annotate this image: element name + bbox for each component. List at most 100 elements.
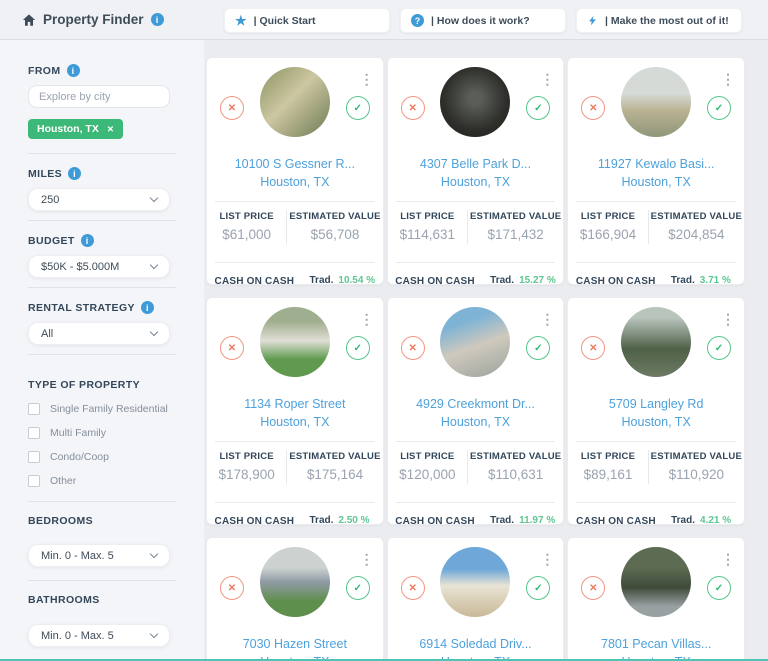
info-icon[interactable]: i	[67, 64, 80, 77]
reject-button[interactable]: ✕	[401, 336, 425, 360]
reject-button[interactable]: ✕	[220, 576, 244, 600]
reject-button[interactable]: ✕	[581, 576, 605, 600]
bathrooms-select-value: Min. 0 - Max. 5	[41, 630, 114, 642]
address-city: Houston, TX	[441, 415, 510, 429]
header-buttons: ★ | Quick Start ? | How does it work? | …	[224, 8, 742, 33]
card-menu-icon[interactable]: ⋮	[721, 552, 735, 566]
property-address-link[interactable]: 7801 Pecan Villas... Houston, TX	[568, 635, 744, 661]
card-menu-icon[interactable]: ⋮	[360, 312, 374, 326]
city-search-input[interactable]	[28, 85, 170, 108]
trad-label: Trad.	[663, 515, 695, 525]
trad-value: 3.71 %	[700, 275, 737, 285]
property-address-link[interactable]: 10100 S Gessner R... Houston, TX	[207, 155, 383, 191]
property-photo	[440, 307, 510, 377]
address-city: Houston, TX	[260, 175, 329, 189]
accept-button[interactable]: ✓	[707, 336, 731, 360]
card-menu-icon[interactable]: ⋮	[360, 72, 374, 86]
checkbox-multi-family[interactable]: Multi Family	[28, 427, 204, 439]
checkbox-condo-coop[interactable]: Condo/Coop	[28, 451, 204, 463]
trad-value: 2.50 %	[338, 515, 375, 525]
accept-button[interactable]: ✓	[346, 576, 370, 600]
list-price-value: $166,904	[570, 227, 645, 242]
property-address-link[interactable]: 1134 Roper Street Houston, TX	[207, 395, 383, 431]
info-icon[interactable]: i	[68, 167, 81, 180]
card-menu-icon[interactable]: ⋮	[540, 72, 554, 86]
divider	[28, 220, 176, 221]
check-icon: ✓	[715, 583, 723, 594]
checkbox-single-family-residential[interactable]: Single Family Residential	[28, 403, 204, 415]
checkbox-icon[interactable]	[28, 427, 40, 439]
x-icon: ✕	[589, 103, 597, 114]
divider	[576, 262, 736, 263]
bathrooms-select[interactable]: Min. 0 - Max. 5	[28, 624, 170, 647]
x-icon: ✕	[408, 583, 416, 594]
check-icon: ✓	[534, 583, 542, 594]
info-icon[interactable]: i	[141, 301, 154, 314]
reject-button[interactable]: ✕	[220, 336, 244, 360]
property-address-link[interactable]: 4307 Belle Park D... Houston, TX	[388, 155, 564, 191]
property-photo	[260, 547, 330, 617]
card-menu-icon[interactable]: ⋮	[360, 552, 374, 566]
cash-on-cash-rows: Trad. 10.54 % Airbnb 21.96 %	[301, 275, 375, 285]
estimated-value-label: ESTIMATED VALUE	[289, 451, 380, 462]
property-address-link[interactable]: 6914 Soledad Driv... Houston, TX	[388, 635, 564, 661]
property-address-link[interactable]: 4929 Creekmont Dr... Houston, TX	[388, 395, 564, 431]
checkbox-other[interactable]: Other	[28, 475, 204, 487]
budget-select[interactable]: $50K - $5.000M	[28, 255, 170, 278]
accept-button[interactable]: ✓	[346, 336, 370, 360]
card-menu-icon[interactable]: ⋮	[540, 552, 554, 566]
how-does-it-work-button[interactable]: ? | How does it work?	[400, 8, 566, 33]
property-photo	[260, 67, 330, 137]
accept-button[interactable]: ✓	[526, 96, 550, 120]
trad-label: Trad.	[482, 515, 514, 525]
rental-strategy-select[interactable]: All	[28, 322, 170, 345]
miles-label-text: MILES	[28, 168, 62, 180]
accept-button[interactable]: ✓	[707, 576, 731, 600]
list-price-col: LIST PRICE $114,631	[388, 202, 467, 252]
make-the-most-button[interactable]: | Make the most out of it!	[576, 8, 742, 33]
info-icon[interactable]: i	[81, 234, 94, 247]
accept-button[interactable]: ✓	[526, 576, 550, 600]
reject-button[interactable]: ✕	[401, 96, 425, 120]
check-icon: ✓	[353, 343, 361, 354]
budget-label: BUDGET i	[28, 234, 204, 247]
reject-button[interactable]: ✕	[581, 336, 605, 360]
price-row: LIST PRICE $120,000 ESTIMATED VALUE $110…	[388, 442, 564, 492]
reject-button[interactable]: ✕	[220, 96, 244, 120]
check-icon: ✓	[715, 103, 723, 114]
list-price-label: LIST PRICE	[570, 211, 645, 222]
accept-button[interactable]: ✓	[346, 96, 370, 120]
property-address-link[interactable]: 11927 Kewalo Basi... Houston, TX	[568, 155, 744, 191]
info-icon[interactable]: i	[151, 13, 164, 26]
list-price-value: $178,900	[209, 467, 284, 482]
reject-button[interactable]: ✕	[581, 96, 605, 120]
property-address-link[interactable]: 7030 Hazen Street Houston, TX	[207, 635, 383, 661]
accept-button[interactable]: ✓	[526, 336, 550, 360]
star-icon: ★	[235, 14, 247, 27]
card-menu-icon[interactable]: ⋮	[721, 72, 735, 86]
check-icon: ✓	[534, 103, 542, 114]
accept-button[interactable]: ✓	[707, 96, 731, 120]
budget-select-value: $50K - $5.000M	[41, 261, 119, 273]
list-price-value: $120,000	[390, 467, 465, 482]
divider	[396, 502, 556, 503]
trad-value: 11.97 %	[519, 515, 556, 525]
city-tag: Houston, TX ✕	[28, 119, 123, 139]
property-address-link[interactable]: 5709 Langley Rd Houston, TX	[568, 395, 744, 431]
divider	[215, 262, 375, 263]
bedrooms-select[interactable]: Min. 0 - Max. 5	[28, 544, 170, 567]
miles-select[interactable]: 250	[28, 188, 170, 211]
quick-start-button[interactable]: ★ | Quick Start	[224, 8, 390, 33]
divider	[28, 287, 176, 288]
rental-strategy-select-value: All	[41, 328, 53, 340]
reject-button[interactable]: ✕	[401, 576, 425, 600]
address-city: Houston, TX	[260, 415, 329, 429]
cash-on-cash-label: CASH ON CASH	[576, 515, 656, 525]
checkbox-icon[interactable]	[28, 403, 40, 415]
checkbox-icon[interactable]	[28, 475, 40, 487]
tag-close-icon[interactable]: ✕	[107, 125, 114, 134]
rental-strategy-label: RENTAL STRATEGY i	[28, 301, 204, 314]
checkbox-icon[interactable]	[28, 451, 40, 463]
card-menu-icon[interactable]: ⋮	[540, 312, 554, 326]
card-menu-icon[interactable]: ⋮	[721, 312, 735, 326]
